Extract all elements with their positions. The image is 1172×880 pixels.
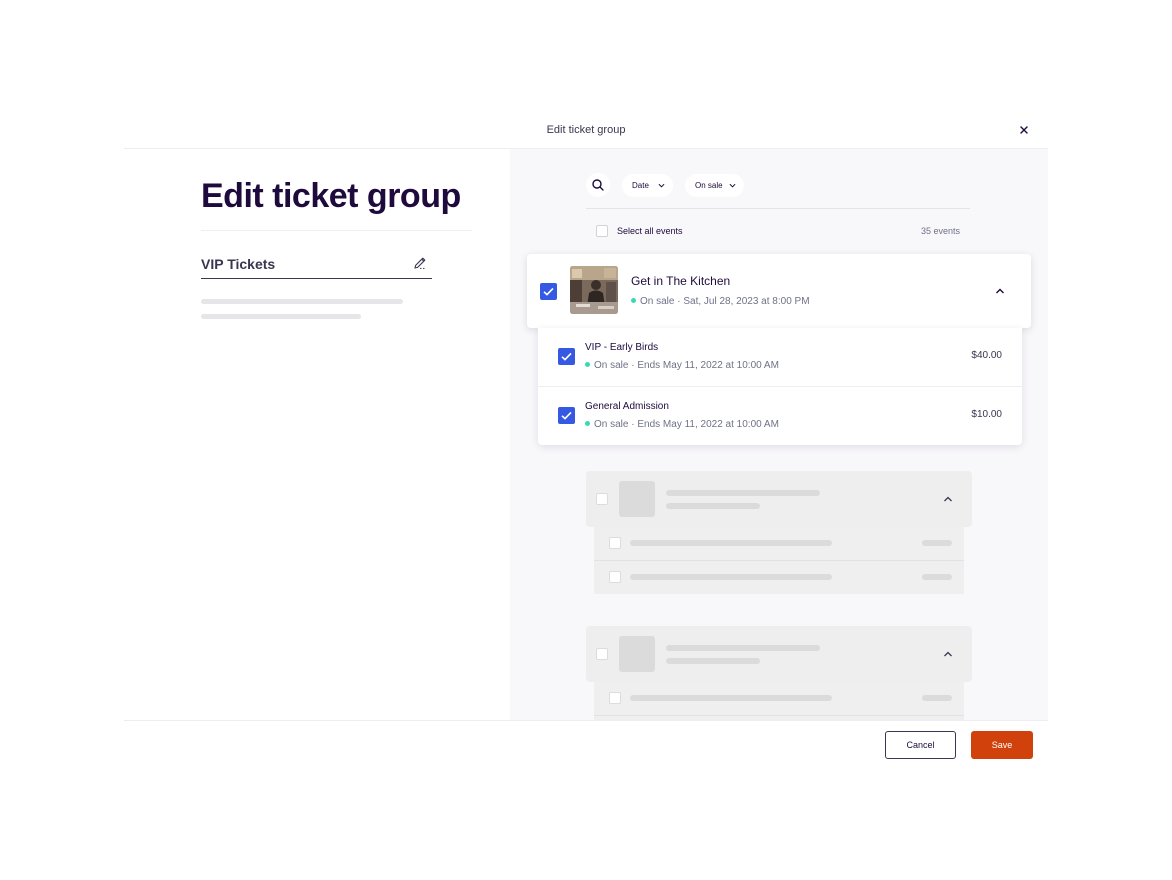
edit-ticket-group-modal: Edit ticket group Edit ticket group VIP … [124,112,1048,769]
pencil-icon[interactable] [412,255,428,271]
event-card[interactable]: Get in The Kitchen On sale · Sat, Jul 28… [527,254,1031,328]
select-all-label: Select all events [617,226,683,236]
loading-placeholder-line [666,645,820,651]
loading-row-divider [594,715,964,716]
loading-placeholder-line [666,490,820,496]
ticket-meta-text: On sale · Ends May 11, 2022 at 10:00 AM [594,419,779,430]
ticket-row[interactable]: VIP - Early Birds On sale · Ends May 11,… [538,328,1022,386]
modal-footer: Cancel Save [124,720,1048,769]
loading-ticket-list [594,682,964,720]
ticket-price: $40.00 [971,350,1002,361]
check-icon [561,411,572,420]
loading-placeholder-line [922,574,952,580]
loading-event-card [586,626,972,682]
on-sale-status-dot [631,298,636,303]
loading-event-card [586,471,972,527]
modal-header-title: Edit ticket group [546,124,626,136]
select-all-checkbox[interactable] [596,225,608,237]
chevron-up-icon [944,651,952,657]
page-title: Edit ticket group [201,177,461,215]
ticket-checkbox[interactable] [558,407,575,424]
check-icon [543,287,554,296]
toolbar-divider [586,208,970,209]
chevron-up-icon [944,496,952,502]
date-filter-label: Date [632,181,649,190]
on-sale-status-dot [585,362,590,367]
event-meta: On sale · Sat, Jul 28, 2023 at 8:00 PM [631,296,810,307]
ticket-checkbox[interactable] [558,348,575,365]
chevron-down-icon [729,183,736,188]
loading-checkbox [609,692,621,704]
event-meta-text: On sale · Sat, Jul 28, 2023 at 8:00 PM [640,296,810,307]
event-name: Get in The Kitchen [631,274,731,288]
close-button[interactable] [1016,122,1032,138]
title-divider [201,230,472,231]
modal-header: Edit ticket group [124,112,1048,149]
ticket-name: General Admission [585,401,669,412]
on-sale-status-dot [585,421,590,426]
status-filter-label: On sale [695,181,723,190]
search-icon [592,179,604,191]
ticket-list: VIP - Early Birds On sale · Ends May 11,… [538,328,1022,445]
loading-placeholder-line [666,503,760,509]
group-name-value: VIP Tickets [201,256,276,272]
ticket-meta-text: On sale · Ends May 11, 2022 at 10:00 AM [594,360,779,371]
chevron-up-icon[interactable] [995,287,1005,295]
ticket-meta: On sale · Ends May 11, 2022 at 10:00 AM [585,360,779,371]
check-icon [561,352,572,361]
search-button[interactable] [586,173,610,197]
event-selection-panel: Date On sale Select all events 35 events [510,149,1048,720]
close-icon [1020,126,1028,134]
loading-placeholder-line [630,574,832,580]
group-details-panel: Edit ticket group VIP Tickets [124,149,510,720]
loading-ticket-list [594,527,964,594]
event-thumbnail [570,266,618,314]
loading-placeholder-line [922,695,952,701]
date-filter-dropdown[interactable]: Date [622,174,673,197]
loading-checkbox [596,648,608,660]
status-filter-dropdown[interactable]: On sale [685,174,744,197]
group-name-field[interactable]: VIP Tickets [201,253,432,279]
cancel-button[interactable]: Cancel [885,731,956,759]
event-count: 35 events [920,226,960,236]
loading-placeholder-line [922,540,952,546]
event-photo-image [570,266,618,314]
loading-checkbox [609,537,621,549]
loading-thumbnail [619,481,655,517]
loading-row-divider [594,560,964,561]
loading-placeholder-line [201,314,361,319]
loading-placeholder-line [630,695,832,701]
loading-checkbox [609,571,621,583]
loading-placeholder-line [666,658,760,664]
save-button[interactable]: Save [971,731,1033,759]
event-checkbox[interactable] [540,283,557,300]
ticket-row[interactable]: General Admission On sale · Ends May 11,… [538,386,1022,444]
ticket-name: VIP - Early Birds [585,342,659,353]
loading-placeholder-line [630,540,832,546]
loading-checkbox [596,493,608,505]
ticket-meta: On sale · Ends May 11, 2022 at 10:00 AM [585,419,779,430]
loading-placeholder-line [201,299,403,304]
loading-thumbnail [619,636,655,672]
ticket-price: $10.00 [971,409,1002,420]
chevron-down-icon [658,183,665,188]
